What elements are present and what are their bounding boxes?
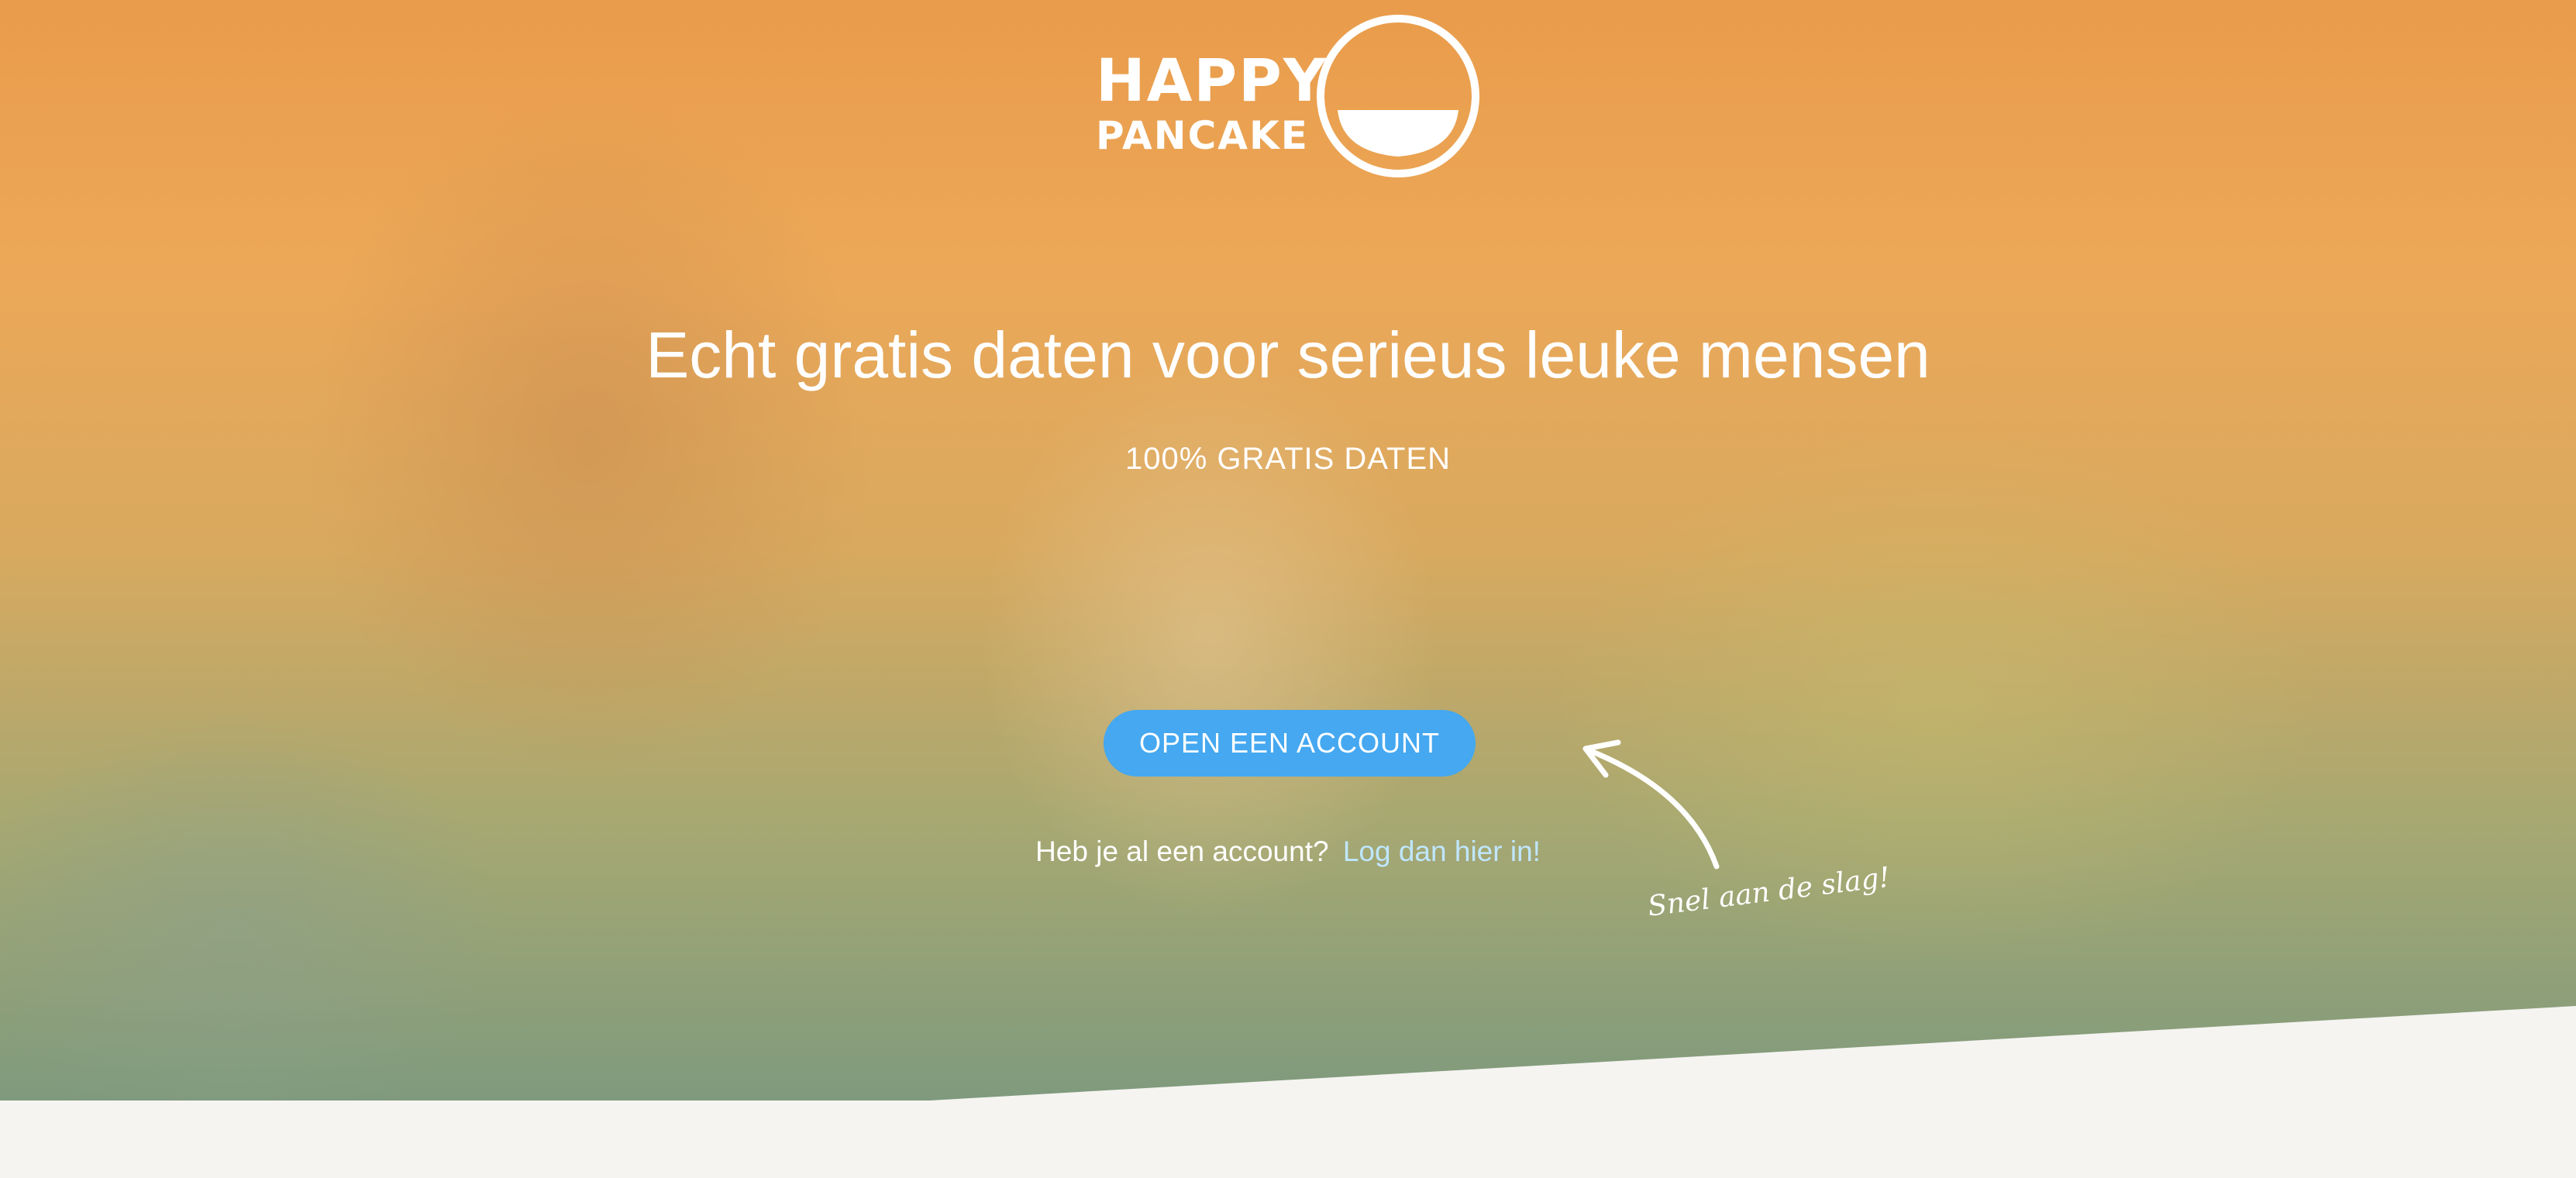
landing-page: HAPPY PANCAKE Echt gratis daten voor ser… [0, 0, 2576, 1178]
page-title: Echt gratis daten voor serieus leuke men… [646, 319, 1930, 391]
login-prompt-text: Heb je al een account? [1035, 835, 1329, 867]
login-link[interactable]: Log dan hier in! [1343, 835, 1541, 867]
curved-arrow-icon [1582, 739, 1720, 870]
page-subtitle: 100% GRATIS DATEN [1124, 442, 1452, 476]
logo-wordmark: HAPPY PANCAKE [1096, 46, 1328, 158]
logo-word-happy: HAPPY [1096, 46, 1328, 115]
open-account-button[interactable]: OPEN EEN ACCOUNT [1104, 710, 1476, 777]
smiling-pancake-face-icon [1317, 15, 1479, 177]
login-prompt-row: Heb je al een account? Log dan hier in! [0, 835, 2576, 868]
logo-word-pancake: PANCAKE [1096, 113, 1309, 158]
happy-pancake-logo[interactable]: HAPPY PANCAKE [1093, 12, 1488, 183]
